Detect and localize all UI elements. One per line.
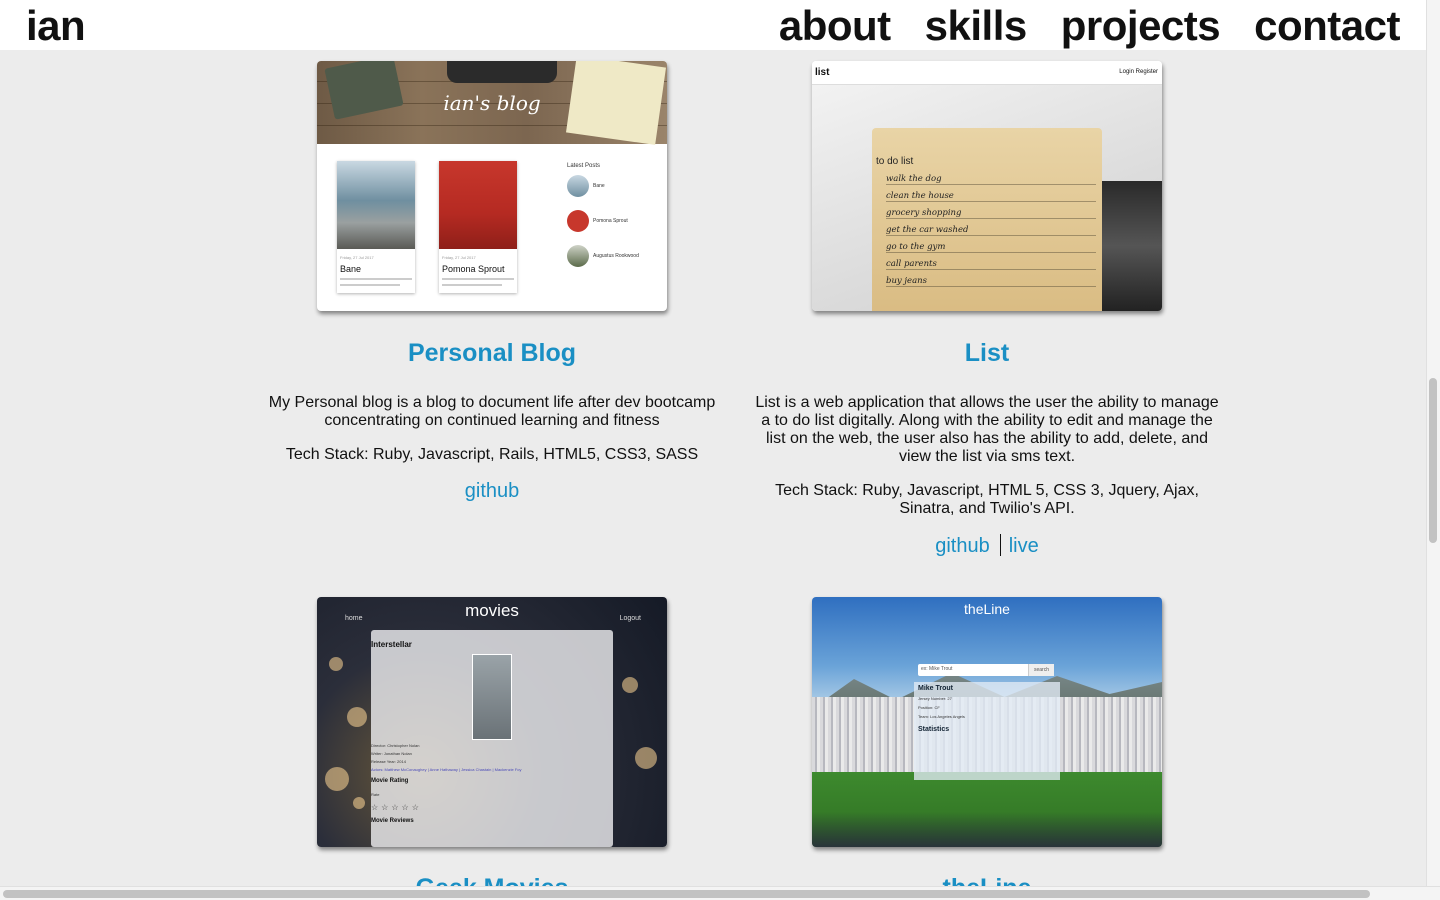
player-stats-panel: Mike Trout Jersey Number: 27 Position: C… bbox=[914, 682, 1060, 780]
blog-latest-item: Augustus Rookwood bbox=[567, 245, 639, 267]
theline-screenshot[interactable]: theLine ex: Mike Trout search Mike Trout… bbox=[812, 597, 1162, 847]
horizontal-scrollbar-thumb[interactable] bbox=[3, 890, 1370, 898]
project-description: List is a web application that allows th… bbox=[755, 394, 1219, 465]
project-links: github live bbox=[752, 534, 1222, 558]
live-link[interactable]: live bbox=[1009, 535, 1039, 557]
site-brand[interactable]: ian bbox=[26, 2, 86, 50]
theline-logo: theLine bbox=[964, 601, 1010, 617]
personal-blog-screenshot[interactable]: ian's blog Friday, 27 Jul 2017 Bane Frid… bbox=[317, 61, 667, 311]
blog-logo: ian's blog bbox=[443, 91, 541, 115]
project-title: List bbox=[964, 339, 1010, 367]
movie-detail-panel: Interstellar Director: Christopher Nolan… bbox=[371, 630, 613, 847]
blog-latest-item: Pomona Sprout bbox=[567, 210, 628, 232]
movies-logo: movies bbox=[465, 601, 519, 620]
vertical-scrollbar-thumb[interactable] bbox=[1429, 378, 1437, 543]
todo-paper-image: to do list walk the dog clean the house … bbox=[872, 128, 1102, 311]
blog-latest-item: Bane bbox=[567, 175, 605, 197]
link-separator bbox=[999, 534, 1001, 556]
horizontal-scrollbar[interactable] bbox=[0, 886, 1440, 900]
movies-logout-link: Logout bbox=[619, 615, 641, 622]
movie-poster bbox=[472, 654, 512, 740]
project-links: github bbox=[257, 480, 727, 503]
project-title: Personal Blog bbox=[407, 339, 577, 367]
main-nav: about skills projects contact bbox=[779, 2, 1401, 50]
github-link[interactable]: github bbox=[935, 535, 990, 557]
nav-skills[interactable]: skills bbox=[925, 2, 1028, 50]
project-tech-stack: Tech Stack: Ruby, Javascript, HTML 5, CS… bbox=[775, 482, 1199, 517]
nav-contact[interactable]: contact bbox=[1254, 2, 1400, 50]
blog-post-card: Friday, 27 Jul 2017 Bane bbox=[337, 161, 415, 293]
theline-search-input: ex: Mike Trout search bbox=[918, 664, 1054, 676]
list-screenshot[interactable]: list Login Register to do list walk the … bbox=[812, 61, 1162, 311]
github-link[interactable]: github bbox=[465, 480, 520, 502]
list-app-navbar: list Login Register bbox=[812, 61, 1162, 85]
theline-search-button: search bbox=[1028, 664, 1054, 676]
blog-post-card: Friday, 27 Jul 2017 Pomona Sprout bbox=[439, 161, 517, 293]
rating-stars: ☆☆☆☆☆ bbox=[371, 803, 422, 812]
project-tech-stack: Tech Stack: Ruby, Javascript, Rails, HTM… bbox=[285, 446, 699, 463]
nav-projects[interactable]: projects bbox=[1061, 2, 1221, 50]
project-description: My Personal blog is a blog to document l… bbox=[268, 394, 716, 429]
site-header: ian about skills projects contact bbox=[0, 0, 1426, 50]
movies-screenshot[interactable]: home movies Logout Interstellar Director… bbox=[317, 597, 667, 847]
blog-latest-heading: Latest Posts bbox=[567, 163, 601, 169]
vertical-scrollbar[interactable] bbox=[1426, 0, 1440, 886]
blog-banner-image: ian's blog bbox=[317, 61, 667, 145]
nav-about[interactable]: about bbox=[779, 2, 891, 50]
